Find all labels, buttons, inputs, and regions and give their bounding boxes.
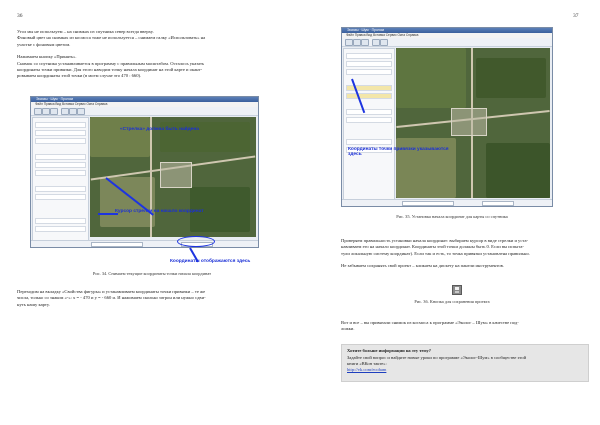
- left-page: 36 Угол мы не используем – на снимках из…: [0, 0, 300, 425]
- new-icon: [345, 39, 353, 46]
- cursor-icon: [61, 108, 69, 115]
- figure-35-screenshot: Эскизы · Шум · Пролом Файл Правка Вид Вс…: [341, 27, 553, 207]
- save-icon: [50, 108, 58, 115]
- panel-field: [346, 53, 392, 59]
- annotation-anchor-coords-label: Координаты точки привязки указываются зд…: [348, 147, 449, 158]
- text-line: нуть нашу карту.: [17, 301, 50, 307]
- new-icon: [34, 108, 42, 115]
- text-line: ровываем координаты этой точки (в моем с…: [17, 73, 142, 79]
- intro-text: Угол мы не используем – на снимках из сп…: [17, 29, 287, 80]
- status-bar: [342, 199, 552, 206]
- map-field: [476, 58, 546, 98]
- menu-items: Файл Правка Вид Вставка Сервис Окна Спра…: [35, 102, 108, 106]
- panel-field: [35, 194, 86, 200]
- panel-field: [35, 154, 86, 160]
- panel-field: [35, 226, 86, 232]
- vk-link[interactable]: http://vk.com/ecoham: [347, 367, 386, 373]
- map-field: [486, 143, 550, 198]
- figure-caption: Рис. 35. Установка начала координат для …: [396, 214, 508, 219]
- panel-field: [35, 122, 86, 128]
- toolbar: [31, 107, 258, 116]
- map-field: [100, 177, 155, 227]
- figure-34-screenshot: Эскизы · Шум · Пролом Файл Правка Вид Вс…: [30, 96, 259, 248]
- panel-field: [35, 162, 86, 168]
- figure-caption: Рис. 36. Кнопка для сохранения проекта: [414, 299, 490, 304]
- pan-icon: [77, 108, 85, 115]
- zoom-icon: [69, 108, 77, 115]
- panel-field: [35, 170, 86, 176]
- info-heading: Хотите больше информации на эту тему?: [347, 348, 432, 353]
- status-field: [91, 242, 143, 247]
- page-number: 37: [573, 13, 579, 19]
- panel-field: [346, 109, 392, 115]
- save-icon: [361, 39, 369, 46]
- properties-panel: [343, 48, 395, 200]
- panel-field: [346, 139, 392, 145]
- panel-field: [346, 61, 392, 67]
- floppy-disk-icon: [452, 285, 462, 295]
- map-road: [150, 117, 152, 237]
- map-site: [451, 108, 487, 136]
- arrow-line: [98, 213, 118, 215]
- annotation-arrow-label: «Стрелка» должна быть найдена: [120, 127, 199, 132]
- panel-field: [35, 138, 86, 144]
- annotation-coords-label: Координаты отображаются здесь: [170, 259, 251, 264]
- panel-field: [35, 130, 86, 136]
- text-line: Не забываем сохранять свой проект – клик…: [341, 263, 505, 269]
- body-text: Проверяем правильность установки начала …: [341, 238, 591, 270]
- menu-items: Файл Правка Вид Вставка Сервис Окна Спра…: [346, 33, 419, 37]
- cursor-icon: [372, 39, 380, 46]
- text-line: ложки.: [341, 326, 355, 332]
- info-box: Хотите больше информации на эту тему? За…: [341, 344, 589, 382]
- panel-field: [346, 117, 392, 123]
- toolbar: [342, 38, 552, 47]
- open-icon: [353, 39, 361, 46]
- outro-text: Вот и все – вы привязали снимок из космо…: [341, 320, 591, 333]
- figure-caption: Рис. 34. Снимаем текущие координаты точк…: [92, 271, 212, 276]
- coords-field: [482, 201, 514, 206]
- satellite-map[interactable]: «Стрелка» должна быть найдена Курсор стр…: [90, 117, 256, 237]
- map-site: [160, 162, 192, 188]
- y-coord-field[interactable]: [346, 93, 392, 99]
- zoom-icon: [380, 39, 388, 46]
- properties-panel: [32, 117, 89, 242]
- right-page: 37 Эскизы · Шум · Пролом Файл Правка Вид…: [300, 0, 600, 425]
- panel-field: [35, 218, 86, 224]
- map-field: [90, 117, 150, 157]
- body-text: Переходим на вкладку «Свойства фигуры» и…: [17, 289, 292, 308]
- annotation-cursor-label: Курсор стрелки на начало координат: [115, 209, 204, 214]
- coords-highlight: [177, 236, 215, 247]
- open-icon: [42, 108, 50, 115]
- panel-field: [35, 186, 86, 192]
- status-bar: [31, 240, 258, 247]
- panel-field: [346, 69, 392, 75]
- map-field: [396, 48, 466, 108]
- satellite-map[interactable]: [396, 48, 550, 198]
- status-field: [402, 201, 454, 206]
- page-number: 36: [17, 13, 23, 19]
